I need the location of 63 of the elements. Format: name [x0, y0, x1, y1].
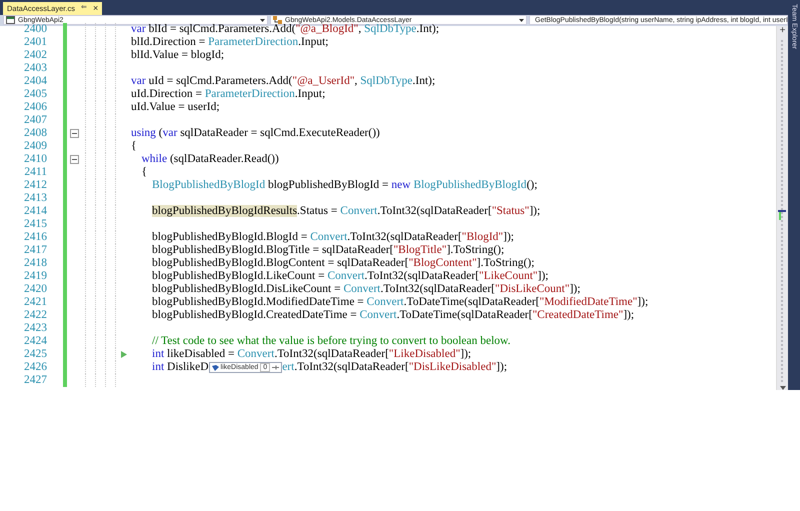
line-number: 2411	[23, 166, 47, 179]
close-icon[interactable]: ×	[92, 4, 98, 13]
vertical-scrollbar[interactable]: +	[776, 26, 788, 390]
caret-icon	[519, 18, 524, 22]
line-number: 2417	[23, 244, 47, 257]
code-text: blogPublishedByBlogId.LikeCount = Convert.ToInt32(sqlDataReader["LikeCount"]);	[152, 270, 548, 283]
line-number: 2416	[23, 231, 47, 244]
line-number: 2407	[23, 114, 47, 127]
line-number: 2418	[23, 257, 47, 270]
line-number: 2400	[24, 23, 47, 36]
code-text: uId.Direction = ParameterDirection.Input;	[131, 88, 326, 101]
line-number: 2414	[23, 205, 47, 218]
line-number: 2421	[23, 296, 47, 309]
code-text: blId.Value = blogId;	[131, 49, 224, 62]
code-text: blId.Direction = ParameterDirection.Input;	[131, 36, 328, 49]
split-icon[interactable]: +	[780, 26, 786, 36]
line-number: 2409	[23, 140, 47, 153]
code-text: var blId = sqlCmd.Parameters.Add("@a_BlogId", SqlDbType.Int);	[131, 23, 440, 36]
line-number: 2423	[23, 322, 47, 335]
code-text: BlogPublishedByBlogId blogPublishedByBlogId = new BlogPublishedByBlogId();	[152, 179, 538, 192]
line-number: 2427	[23, 374, 47, 387]
class-icon	[273, 16, 282, 24]
code-text: blogPublishedByBlogId.ModifiedDateTime = Convert.ToDateTime(sqlDataReader["ModifiedDateTime"]);	[152, 296, 648, 309]
code-text: blogPublishedByBlogIdResults.Status = Convert.ToInt32(sqlDataReader["Status"]);	[152, 205, 540, 218]
line-number: 2419	[23, 270, 47, 283]
code-text: blogPublishedByBlogId.BlogTitle = sqlDataReader["BlogTitle"].ToString();	[152, 244, 504, 257]
code-text: uId.Value = userId;	[131, 101, 220, 114]
line-number: 2413	[23, 192, 47, 205]
line-number: 2426	[23, 361, 47, 374]
line-number: 2404	[23, 75, 47, 88]
code-text: int DislikeD	[152, 361, 209, 374]
code-text: ert.ToInt32(sqlDataReader["DisLikeDisabled"]);	[282, 361, 508, 374]
line-number: 2415	[23, 218, 47, 231]
collapse-icon[interactable]	[70, 129, 79, 138]
variable-icon	[212, 364, 219, 370]
code-text: {	[131, 140, 137, 153]
line-number: 2425	[23, 348, 47, 361]
line-number: 2406	[23, 101, 47, 114]
line-number: 2420	[23, 283, 47, 296]
code-text: // Test code to see what the value is before trying to convert to boolean below.	[152, 335, 510, 348]
code-text: int likeDisabled = Convert.ToInt32(sqlDataReader["LikeDisabled"]);	[152, 348, 472, 361]
line-number: 2403	[23, 62, 47, 75]
caret-icon	[260, 18, 265, 22]
line-number: 2401	[23, 36, 47, 49]
project-icon	[6, 16, 15, 24]
line-number: 2424	[23, 335, 47, 348]
code-text: blogPublishedByBlogId.CreatedDateTime = Convert.ToDateTime(sqlDataReader["CreatedDateTime"]);	[152, 309, 634, 322]
collapse-icon[interactable]	[70, 155, 79, 164]
pin-icon	[272, 365, 280, 370]
code-text: using (var sqlDataReader = sqlCmd.ExecuteReader())	[131, 127, 380, 140]
line-number: 2405	[23, 88, 47, 101]
line-number: 2410	[23, 153, 47, 166]
line-number: 2402	[23, 49, 47, 62]
line-number: 2408	[23, 127, 47, 140]
scroll-down-icon[interactable]	[780, 386, 786, 390]
code-text: var uId = sqlCmd.Parameters.Add("@a_UserId", SqlDbType.Int);	[131, 75, 436, 88]
code-text: blogPublishedByBlogId.DisLikeCount = Convert.ToInt32(sqlDataReader["DisLikeCount"]);	[152, 283, 580, 296]
code-text: while (sqlDataReader.Read())	[142, 153, 279, 166]
line-number: 2422	[23, 309, 47, 322]
code-text: blogPublishedByBlogId.BlogContent = sqlDataReader["BlogContent"].ToString();	[152, 257, 534, 270]
line-number: 2412	[23, 179, 47, 192]
code-text: {	[142, 166, 148, 179]
code-text: blogPublishedByBlogId.BlogId = Convert.ToInt32(sqlDataReader["BlogId"]);	[152, 231, 514, 244]
